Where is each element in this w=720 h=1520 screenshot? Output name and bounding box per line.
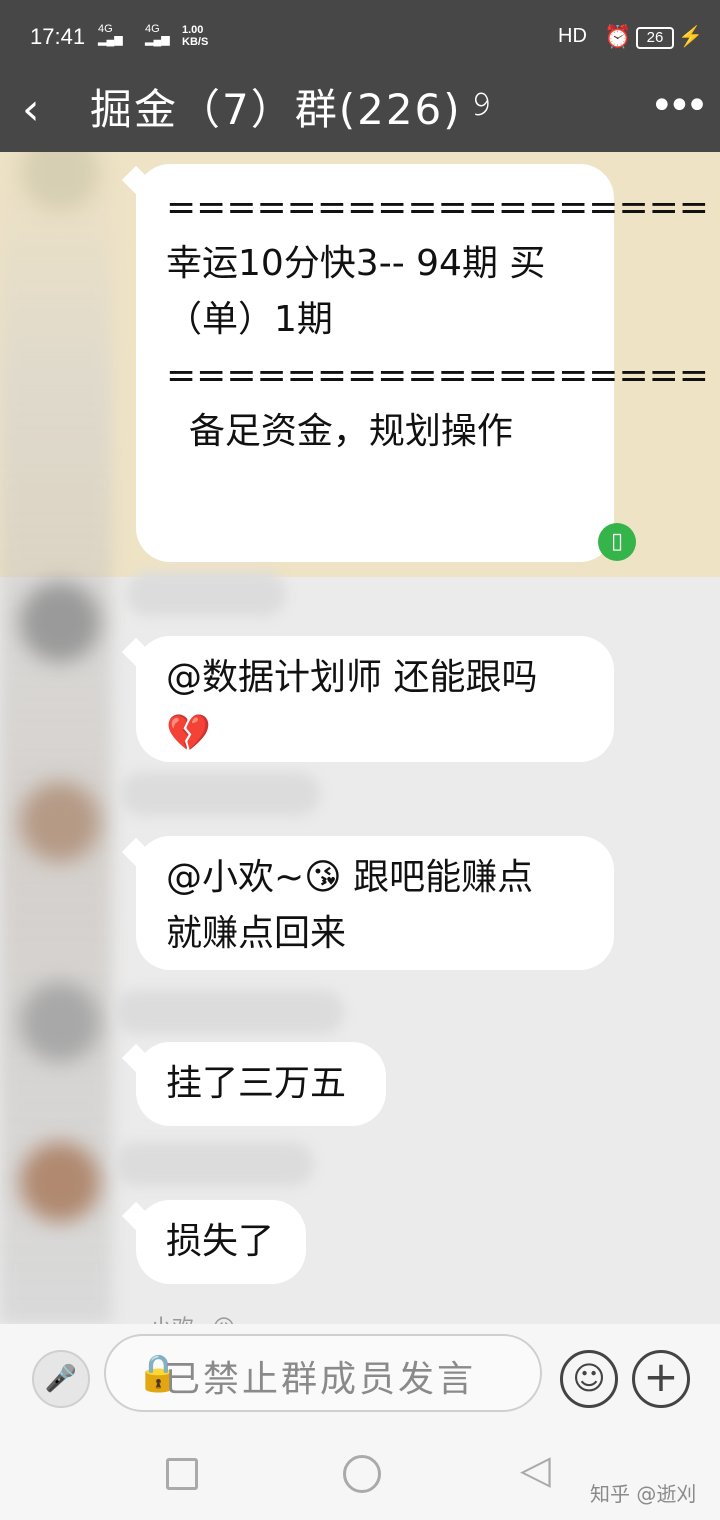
sender-name xyxy=(114,990,344,1034)
message-line: @小欢~😘 跟吧能赚点 xyxy=(166,857,534,898)
sender-name xyxy=(120,772,320,816)
smiley-icon: ☺ xyxy=(572,1359,606,1397)
next-message-preview: 小欢~😥 xyxy=(150,1310,235,1324)
recent-apps-button[interactable] xyxy=(166,1458,198,1490)
message-bubble[interactable]: ================== 幸运10分快3-- 94期 买 （单）1期… xyxy=(136,164,709,562)
avatar[interactable] xyxy=(20,1142,100,1222)
message-bubble[interactable]: @数据计划师 还能跟吗 💔 xyxy=(136,636,614,762)
avatar[interactable] xyxy=(20,582,100,662)
plus-button[interactable]: + xyxy=(632,1350,690,1408)
network-speed: 1.00 KB/S xyxy=(182,24,209,48)
message-line: （单）1期 xyxy=(166,299,333,340)
bolt-icon: ⚡ xyxy=(678,26,703,48)
chat-title: 掘金（7）群(226) xyxy=(90,85,462,134)
avatar[interactable] xyxy=(20,982,100,1062)
message-bubble[interactable]: 挂了三万五 xyxy=(136,1042,386,1126)
message-line: 就赚点回来 xyxy=(166,913,347,954)
avatar[interactable] xyxy=(20,782,100,862)
message-line: 幸运10分快3-- 94期 买 xyxy=(166,243,546,284)
microphone-icon: 🎤 xyxy=(44,1364,78,1394)
message-bubble[interactable]: @小欢~😘 跟吧能赚点 就赚点回来 xyxy=(136,836,614,970)
nav-back-button[interactable]: ◁ xyxy=(520,1448,551,1492)
signal-icon-2: 4G ▂▄▆ xyxy=(145,23,170,46)
battery-indicator: 26 xyxy=(636,27,674,49)
home-button[interactable] xyxy=(343,1455,381,1493)
plus-icon: + xyxy=(643,1352,679,1401)
message-line: ================== xyxy=(166,355,709,396)
ear-icon: 𝟿 xyxy=(470,84,492,124)
message-line: 💔 xyxy=(166,713,211,754)
message-input[interactable]: 🔒 已禁止群成员发言 xyxy=(104,1334,542,1412)
input-placeholder: 已禁止群成员发言 xyxy=(164,1359,477,1400)
status-bar: 17:41 4G ▂▄▆ 4G ▂▄▆ 1.00 KB/S HD ⏰ 26 ⚡ xyxy=(0,0,720,72)
more-button[interactable]: ••• xyxy=(650,80,709,132)
alarm-clock-icon: ⏰ xyxy=(604,24,632,49)
back-button[interactable]: ‹ xyxy=(22,80,40,140)
message-list[interactable]: ================== 幸运10分快3-- 94期 买 （单）1期… xyxy=(0,152,720,1324)
sender-name xyxy=(126,572,286,616)
microphone-button[interactable]: 🎤 xyxy=(32,1350,90,1408)
message-line: 损失了 xyxy=(166,1221,275,1262)
message-line: ================== xyxy=(166,187,709,228)
vibrate-icon[interactable]: ▯ xyxy=(598,523,636,561)
message-line: 挂了三万五 xyxy=(166,1063,347,1104)
chat-header: ‹ 掘金（7）群(226) 𝟿 ••• xyxy=(0,72,720,152)
sender-name xyxy=(114,1142,314,1186)
hd-indicator: HD xyxy=(558,25,587,47)
status-time: 17:41 xyxy=(30,24,86,49)
signal-icon-1: 4G ▂▄▆ xyxy=(98,23,123,46)
message-line: 备足资金，规划操作 xyxy=(166,411,513,452)
emoji-button[interactable]: ☺ xyxy=(560,1350,618,1408)
message-bubble[interactable]: 损失了 xyxy=(136,1200,306,1284)
message-line: @数据计划师 还能跟吗 xyxy=(166,657,538,698)
watermark: 知乎 @逝刈 xyxy=(590,1482,697,1506)
